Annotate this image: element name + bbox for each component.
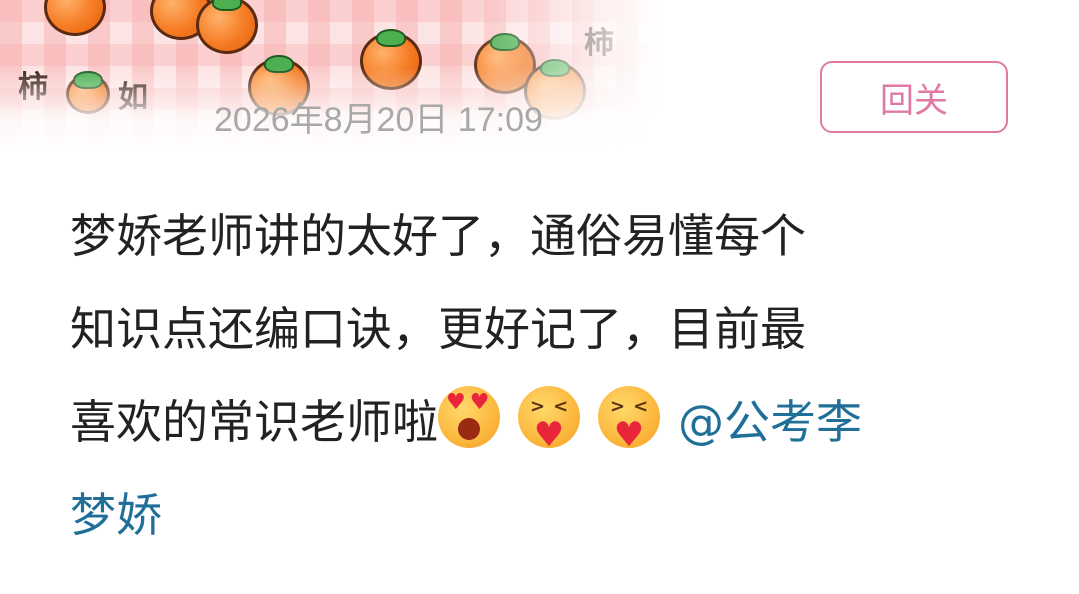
user-mention-link[interactable]: @公考李 xyxy=(678,395,862,449)
comment-text: 梦娇老师讲的太好了，通俗易懂每个 知识点还编口诀，更好记了，目前最 喜欢的常识老… xyxy=(70,190,1010,562)
heart-eyes-emoji-icon: ♥♥ xyxy=(438,386,500,448)
comment-line-text: 喜欢的常识老师啦 xyxy=(70,395,438,449)
comment-line: 喜欢的常识老师啦 ♥♥ >< ♥ >< ♥ @公考李 xyxy=(70,376,1010,469)
post-timestamp: 2026年8月20日 17:09 xyxy=(214,101,543,139)
hug-emoji-icon: >< ♥ xyxy=(518,386,580,452)
comment-line: 知识点还编口诀，更好记了，目前最 xyxy=(70,302,806,356)
comment-card: 柿 如 柿 2026年8月20日 17:09 回关 梦娇老师讲的太好了，通俗易懂… xyxy=(0,0,1079,594)
comment-line: 梦娇 xyxy=(70,469,1010,562)
follow-back-button[interactable]: 回关 xyxy=(820,61,1008,133)
comment-line: 梦娇老师讲的太好了，通俗易懂每个 xyxy=(70,209,806,263)
user-mention-link[interactable]: 梦娇 xyxy=(70,488,162,542)
hug-emoji-icon: >< ♥ xyxy=(598,386,660,452)
